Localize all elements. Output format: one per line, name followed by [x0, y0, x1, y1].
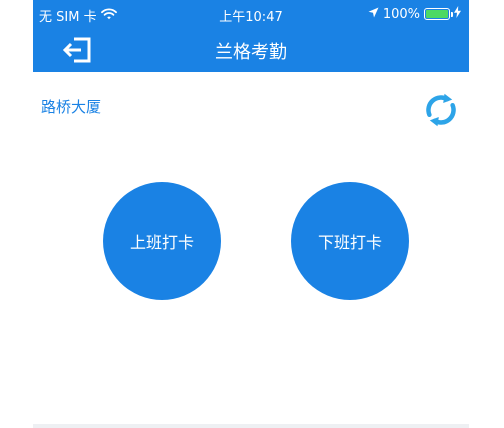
page-title: 兰格考勤 [215, 42, 287, 63]
status-right: 100% [368, 6, 461, 22]
status-bar: 无 SIM 卡 上午10:47 100% [33, 0, 469, 28]
app-screen: 无 SIM 卡 上午10:47 100% 兰格考勤 路桥大厦 上班打卡 下班打卡 [33, 0, 469, 428]
refresh-button[interactable] [421, 90, 461, 130]
page: 无 SIM 卡 上午10:47 100% 兰格考勤 路桥大厦 上班打卡 下班打卡 [0, 0, 504, 428]
bottom-divider [33, 424, 469, 428]
punch-in-button[interactable]: 上班打卡 [103, 182, 221, 300]
location-arrow-icon [368, 7, 379, 22]
location-label: 路桥大厦 [41, 98, 102, 116]
battery-fill [426, 10, 448, 18]
charging-bolt-icon [454, 6, 461, 22]
refresh-icon [426, 93, 456, 127]
punch-out-button[interactable]: 下班打卡 [291, 182, 409, 300]
battery-icon [424, 8, 453, 20]
battery-cap [451, 12, 453, 17]
nav-bar: 兰格考勤 [33, 28, 469, 72]
battery-percent: 100% [382, 6, 420, 22]
